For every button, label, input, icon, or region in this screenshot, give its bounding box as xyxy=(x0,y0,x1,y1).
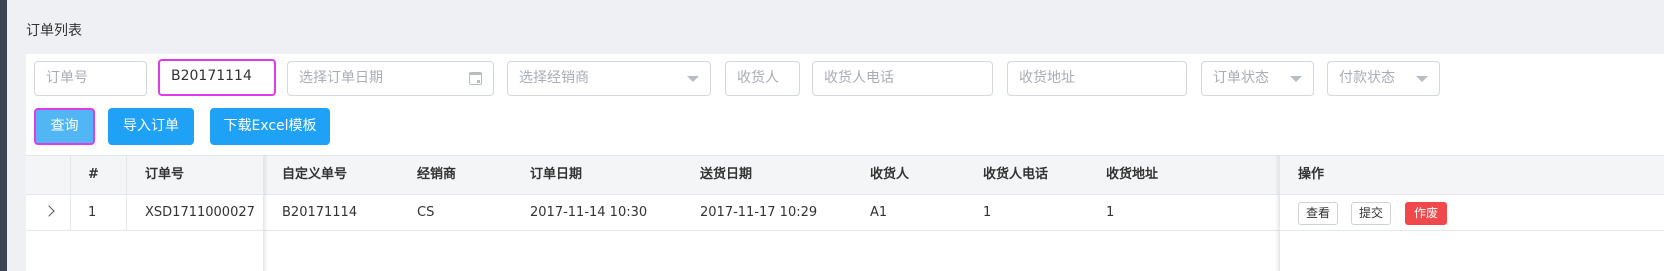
chevron-down-icon xyxy=(1290,76,1302,82)
column-header-receiver: 收货人 xyxy=(870,167,910,182)
import-orders-button[interactable]: 导入订单 xyxy=(108,108,194,145)
column-header-index: # xyxy=(88,167,99,182)
download-excel-template-button[interactable]: 下载Excel模板 xyxy=(210,108,330,145)
left-sidebar-edge xyxy=(0,0,7,271)
order-no-placeholder: 订单号 xyxy=(46,70,88,86)
column-divider xyxy=(1279,155,1280,271)
fixed-column-shadow xyxy=(1275,155,1279,271)
custom-no-value: B20171114 xyxy=(171,68,252,84)
column-header-delivery-date: 送货日期 xyxy=(700,167,753,182)
page-title: 订单列表 xyxy=(26,23,82,39)
fixed-column-shadow xyxy=(264,155,268,271)
cell-index: 1 xyxy=(88,205,97,220)
query-button[interactable]: 查询 xyxy=(34,108,95,145)
cell-delivery-date: 2017-11-17 10:29 xyxy=(700,205,818,220)
table-header: # 订单号 自定义单号 经销商 订单日期 送货日期 收货人 收货人电话 收货地址… xyxy=(26,155,1664,195)
cell-order-date: 2017-11-14 10:30 xyxy=(530,205,648,220)
chevron-down-icon xyxy=(687,76,699,82)
receiver-phone-placeholder: 收货人电话 xyxy=(824,70,894,86)
dealer-placeholder: 选择经销商 xyxy=(519,70,589,86)
order-date-picker[interactable]: 选择订单日期 xyxy=(287,61,494,96)
order-date-placeholder: 选择订单日期 xyxy=(299,70,383,86)
submit-button[interactable]: 提交 xyxy=(1351,202,1391,225)
column-divider xyxy=(126,155,127,231)
receiver-address-input[interactable]: 收货地址 xyxy=(1007,61,1187,96)
column-header-custom-no: 自定义单号 xyxy=(282,167,348,182)
column-header-receiver-phone: 收货人电话 xyxy=(983,167,1049,182)
receiver-input[interactable]: 收货人 xyxy=(725,61,800,96)
table-empty-area xyxy=(26,231,1664,271)
order-no-input[interactable]: 订单号 xyxy=(34,61,147,96)
chevron-down-icon xyxy=(1416,76,1428,82)
column-header-operations: 操作 xyxy=(1298,167,1325,182)
column-header-dealer: 经销商 xyxy=(417,167,457,182)
void-button[interactable]: 作废 xyxy=(1405,202,1447,225)
payment-status-placeholder: 付款状态 xyxy=(1339,70,1395,86)
column-divider xyxy=(70,155,71,231)
column-header-order-date: 订单日期 xyxy=(530,167,583,182)
chevron-right-icon[interactable] xyxy=(43,205,55,217)
cell-receiver: A1 xyxy=(870,205,888,220)
cell-order-no: XSD1711000027 xyxy=(145,205,255,220)
receiver-phone-input[interactable]: 收货人电话 xyxy=(812,61,993,96)
custom-no-input[interactable]: B20171114 xyxy=(158,59,276,96)
order-status-select[interactable]: 订单状态 xyxy=(1201,61,1314,96)
calendar-icon xyxy=(469,72,482,85)
receiver-placeholder: 收货人 xyxy=(737,70,779,86)
view-button[interactable]: 查看 xyxy=(1298,202,1338,225)
order-status-placeholder: 订单状态 xyxy=(1213,70,1269,86)
cell-custom-no: B20171114 xyxy=(282,205,358,220)
column-header-order-no: 订单号 xyxy=(145,167,185,182)
payment-status-select[interactable]: 付款状态 xyxy=(1327,61,1440,96)
receiver-address-placeholder: 收货地址 xyxy=(1019,70,1075,86)
cell-dealer: CS xyxy=(417,205,435,220)
cell-receiver-address: 1 xyxy=(1106,205,1115,220)
column-header-receiver-address: 收货地址 xyxy=(1106,167,1159,182)
dealer-select[interactable]: 选择经销商 xyxy=(507,61,711,96)
cell-receiver-phone: 1 xyxy=(983,205,992,220)
